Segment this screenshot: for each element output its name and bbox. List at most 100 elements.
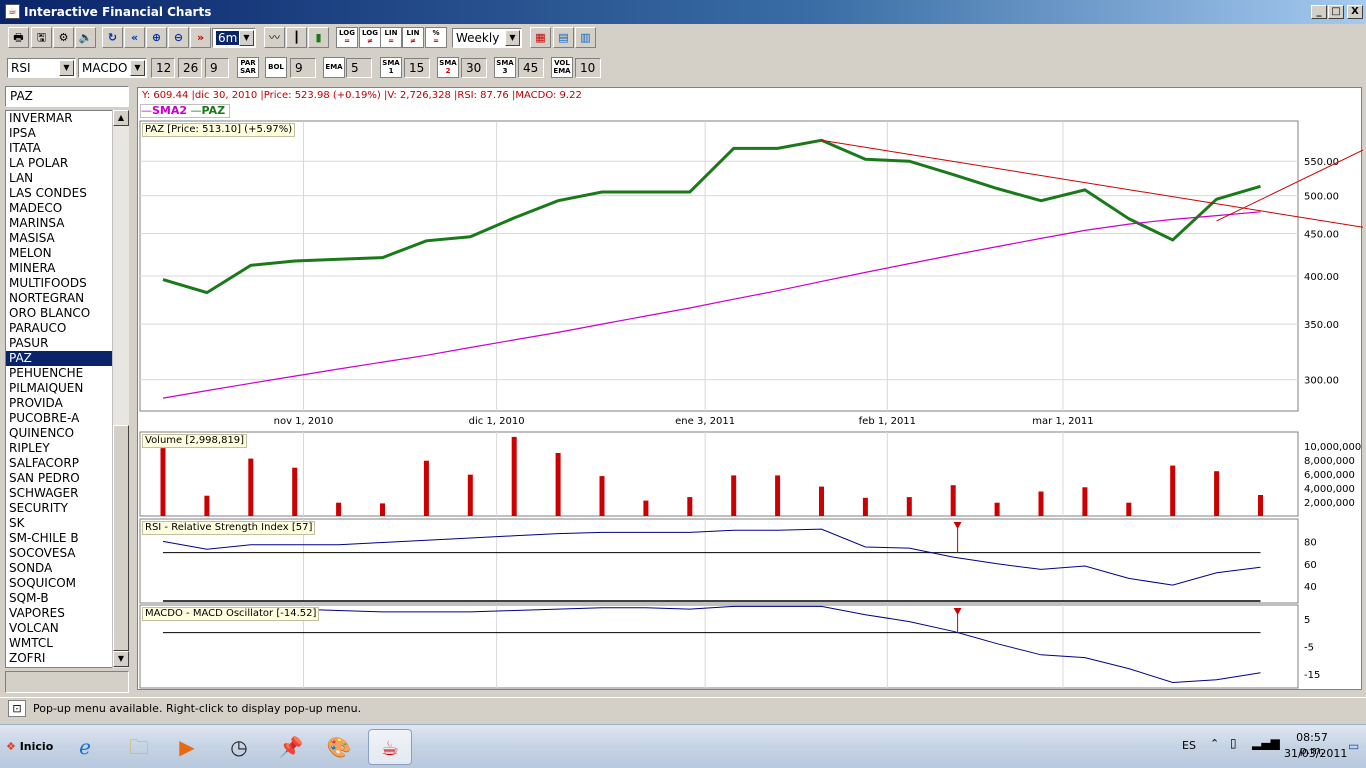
- battery-icon[interactable]: ▯: [1230, 736, 1237, 750]
- sound-icon[interactable]: 🔈: [75, 27, 96, 48]
- list-item[interactable]: SK: [6, 516, 128, 531]
- list-item[interactable]: PAZ: [6, 351, 128, 366]
- list-item[interactable]: WMTCL: [6, 636, 128, 651]
- sma2-input[interactable]: 30: [461, 58, 487, 78]
- clock-date[interactable]: 31/03/2011: [1284, 747, 1347, 760]
- language-indicator[interactable]: ES: [1182, 739, 1196, 752]
- show-desktop-icon[interactable]: ▭: [1348, 739, 1359, 753]
- list-item[interactable]: MULTIFOODS: [6, 276, 128, 291]
- lin-eq-button[interactable]: LIN =: [380, 27, 402, 48]
- scroll-down-icon[interactable]: ▼: [113, 651, 129, 667]
- indicator1-select[interactable]: RSI ▼: [7, 58, 76, 78]
- list-item[interactable]: INVERMAR: [6, 111, 128, 126]
- chart-style-icon[interactable]: ▤: [553, 27, 574, 48]
- ema-button[interactable]: EMA: [323, 57, 345, 78]
- sma1-button[interactable]: SMA 1: [380, 57, 402, 78]
- list-item[interactable]: IPSA: [6, 126, 128, 141]
- refresh-icon[interactable]: ↻: [102, 27, 123, 48]
- list-item[interactable]: SECURITY: [6, 501, 128, 516]
- log-eq-button[interactable]: LOG =: [336, 27, 358, 48]
- sma2-button[interactable]: SMA 2: [437, 57, 459, 78]
- list-item[interactable]: MADECO: [6, 201, 128, 216]
- symbol-input[interactable]: PAZ: [5, 86, 129, 107]
- log-ne-button[interactable]: LOG ≠: [359, 27, 381, 48]
- list-item[interactable]: PEHUENCHE: [6, 366, 128, 381]
- list-item[interactable]: PILMAIQUEN: [6, 381, 128, 396]
- indicator2-select[interactable]: MACDO ▼: [78, 58, 147, 78]
- list-item[interactable]: MINERA: [6, 261, 128, 276]
- print-icon[interactable]: 🖶: [8, 27, 29, 48]
- macd-signal-input[interactable]: 9: [205, 58, 229, 78]
- period-select[interactable]: 6m ▼: [212, 28, 256, 48]
- line-chart-icon[interactable]: 〰: [264, 27, 285, 48]
- list-item[interactable]: SOQUICOM: [6, 576, 128, 591]
- symbol-list[interactable]: INVERMAR IPSA ITATA LA POLAR LAN LAS CONDES MA…: [5, 110, 129, 668]
- list-item[interactable]: LAS CONDES: [6, 186, 128, 201]
- maximize-button[interactable]: □: [1328, 5, 1344, 19]
- chart-canvas[interactable]: 300.00 350.00 400.00 450.00 500.00 550.00 nov …: [138, 88, 1363, 691]
- bol-button[interactable]: BOL: [265, 57, 287, 78]
- bol-input[interactable]: 9: [290, 58, 316, 78]
- save-icon[interactable]: 🖫: [31, 27, 52, 48]
- list-item[interactable]: SM-CHILE B: [6, 531, 128, 546]
- list-item[interactable]: SALFACORP: [6, 456, 128, 471]
- popup-icon[interactable]: ⊡: [8, 700, 26, 717]
- candle-chart-icon[interactable]: ▮: [308, 27, 329, 48]
- list-item[interactable]: PROVIDA: [6, 396, 128, 411]
- settings-icon[interactable]: ⚙: [53, 27, 74, 48]
- fast-forward-icon[interactable]: »: [190, 27, 211, 48]
- list-item[interactable]: PASUR: [6, 336, 128, 351]
- list-item[interactable]: SCHWAGER: [6, 486, 128, 501]
- percent-button[interactable]: % =: [425, 27, 447, 48]
- list-item[interactable]: SOCOVESA: [6, 546, 128, 561]
- volema-button[interactable]: VOL EMA: [551, 57, 573, 78]
- paint-icon[interactable]: 🎨: [320, 729, 358, 765]
- list-item[interactable]: VAPORES: [6, 606, 128, 621]
- rewind-icon[interactable]: «: [124, 27, 145, 48]
- zoom-out-icon[interactable]: ⊖: [168, 27, 189, 48]
- list-item[interactable]: SAN PEDRO: [6, 471, 128, 486]
- list-item[interactable]: ITATA: [6, 141, 128, 156]
- list-item[interactable]: PUCOBRE-A: [6, 411, 128, 426]
- list-item[interactable]: VOLCAN: [6, 621, 128, 636]
- start-button[interactable]: ❖ Inicio: [2, 731, 56, 763]
- sma3-button[interactable]: SMA 3: [494, 57, 516, 78]
- macd-fast-input[interactable]: 12: [151, 58, 175, 78]
- list-item[interactable]: MELON: [6, 246, 128, 261]
- media-player-icon[interactable]: ▶: [168, 729, 206, 765]
- list-item[interactable]: LA POLAR: [6, 156, 128, 171]
- java-app-icon[interactable]: ☕: [368, 729, 412, 765]
- list-item[interactable]: MARINSA: [6, 216, 128, 231]
- bar-chart-icon[interactable]: ┃: [286, 27, 307, 48]
- list-item[interactable]: QUINENCO: [6, 426, 128, 441]
- volema-input[interactable]: 10: [575, 58, 601, 78]
- chart-area[interactable]: Y: 609.44 |dic 30, 2010 |Price: 523.98 (…: [137, 87, 1363, 691]
- list-item[interactable]: RIPLEY: [6, 441, 128, 456]
- chart-layout-icon[interactable]: ▥: [575, 27, 596, 48]
- clock-icon[interactable]: ◷: [220, 729, 258, 765]
- internet-explorer-icon[interactable]: ℯ: [66, 729, 104, 765]
- minimize-button[interactable]: _: [1311, 5, 1327, 19]
- zoom-in-icon[interactable]: ⊕: [146, 27, 167, 48]
- macd-slow-input[interactable]: 26: [178, 58, 202, 78]
- parsar-button[interactable]: PAR SAR: [237, 57, 259, 78]
- pin-icon[interactable]: 📌: [272, 729, 310, 765]
- sma1-input[interactable]: 15: [404, 58, 430, 78]
- list-item[interactable]: ZOFRI: [6, 651, 128, 666]
- show-hidden-icons-icon[interactable]: ⌃: [1210, 737, 1219, 750]
- ema-input[interactable]: 5: [346, 58, 372, 78]
- close-button[interactable]: X: [1347, 5, 1363, 19]
- folder-icon[interactable]: 🗀: [120, 729, 158, 765]
- list-item[interactable]: ORO BLANCO: [6, 306, 128, 321]
- scroll-up-icon[interactable]: ▲: [113, 110, 129, 126]
- interval-select[interactable]: Weekly ▼: [452, 28, 522, 48]
- list-item[interactable]: PARAUCO: [6, 321, 128, 336]
- list-item[interactable]: MASISA: [6, 231, 128, 246]
- list-item[interactable]: LAN: [6, 171, 128, 186]
- list-item[interactable]: NORTEGRAN: [6, 291, 128, 306]
- signal-icon[interactable]: ▂▄▆: [1252, 736, 1280, 750]
- sma3-input[interactable]: 45: [518, 58, 544, 78]
- color-palette-icon[interactable]: ▦: [530, 27, 551, 48]
- symbol-list-scrollbar[interactable]: ▲ ▼: [112, 110, 129, 668]
- list-item[interactable]: SONDA: [6, 561, 128, 576]
